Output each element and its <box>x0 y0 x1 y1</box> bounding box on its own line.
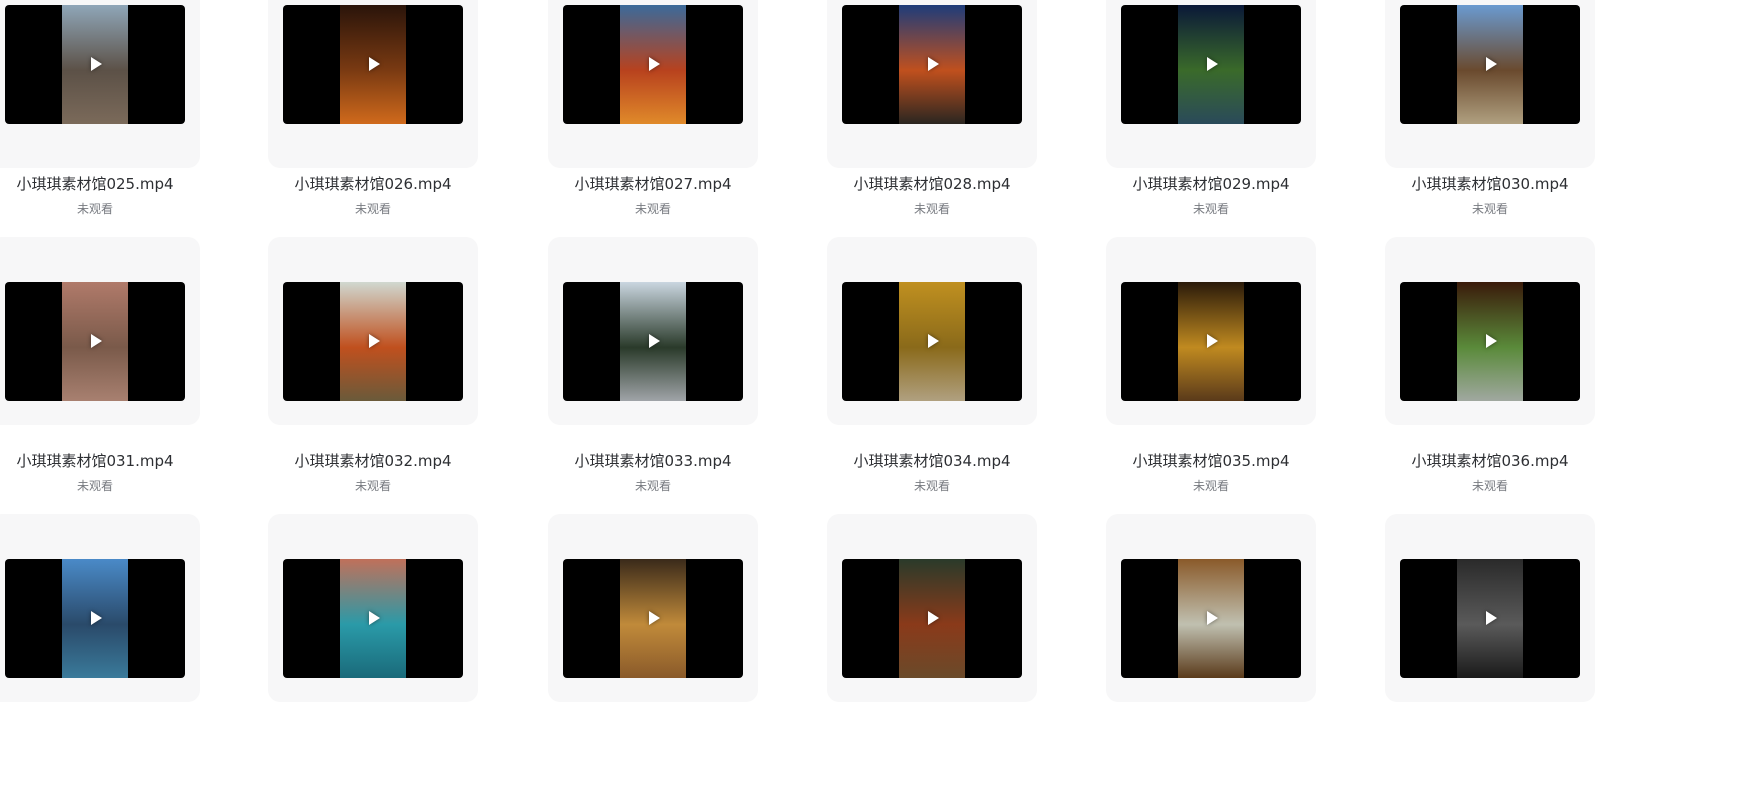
video-file-tile[interactable]: 小琪琪素材馆029.mp4 未观看 <box>1106 0 1316 240</box>
play-icon[interactable] <box>369 57 380 71</box>
video-file-tile[interactable]: 小琪琪素材馆030.mp4 未观看 <box>1385 0 1595 240</box>
watch-status: 未观看 <box>1192 479 1229 493</box>
file-name[interactable]: 小琪琪素材馆035.mp4 <box>1086 450 1336 471</box>
play-icon[interactable] <box>1486 611 1497 625</box>
video-thumbnail[interactable] <box>1400 559 1580 678</box>
video-file-tile[interactable]: 小琪琪素材馆027.mp4 未观看 <box>548 0 758 240</box>
file-name[interactable]: 小琪琪素材馆027.mp4 <box>528 173 778 194</box>
watch-status: 未观看 <box>354 202 391 216</box>
play-icon[interactable] <box>1207 334 1218 348</box>
video-file-tile[interactable]: 小琪琪素材馆035.mp4 未观看 <box>1106 237 1316 517</box>
video-thumbnail[interactable] <box>842 282 1022 401</box>
file-grid: 小琪琪素材馆025.mp4 未观看 小琪琪素材馆026.mp4 未观看 小琪琪素材馆02… <box>0 0 1755 739</box>
file-name[interactable]: 小琪琪素材馆033.mp4 <box>528 450 778 471</box>
video-thumbnail[interactable] <box>842 5 1022 124</box>
video-file-tile[interactable]: 小琪琪素材馆036.mp4 未观看 <box>1385 237 1595 517</box>
watch-status: 未观看 <box>1192 202 1229 216</box>
video-thumbnail[interactable] <box>1400 282 1580 401</box>
play-icon[interactable] <box>928 611 939 625</box>
video-thumbnail[interactable] <box>1121 5 1301 124</box>
watch-status: 未观看 <box>76 202 113 216</box>
video-file-tile[interactable]: 小琪琪素材馆033.mp4 未观看 <box>548 237 758 517</box>
file-name[interactable]: 小琪琪素材馆034.mp4 <box>807 450 1057 471</box>
file-name[interactable]: 小琪琪素材馆029.mp4 <box>1086 173 1336 194</box>
video-file-tile[interactable] <box>268 514 478 794</box>
play-icon[interactable] <box>91 611 102 625</box>
play-icon[interactable] <box>1486 57 1497 71</box>
video-file-tile[interactable]: 小琪琪素材馆028.mp4 未观看 <box>827 0 1037 240</box>
video-thumbnail[interactable] <box>5 5 185 124</box>
file-name[interactable]: 小琪琪素材馆032.mp4 <box>248 450 498 471</box>
video-file-tile[interactable]: 小琪琪素材馆026.mp4 未观看 <box>268 0 478 240</box>
watch-status: 未观看 <box>354 479 391 493</box>
video-file-tile[interactable] <box>0 514 200 794</box>
file-name[interactable]: 小琪琪素材馆026.mp4 <box>248 173 498 194</box>
watch-status: 未观看 <box>76 479 113 493</box>
video-thumbnail[interactable] <box>1400 5 1580 124</box>
play-icon[interactable] <box>1486 334 1497 348</box>
video-file-tile[interactable] <box>548 514 758 794</box>
file-name[interactable]: 小琪琪素材馆028.mp4 <box>807 173 1057 194</box>
play-icon[interactable] <box>1207 611 1218 625</box>
play-icon[interactable] <box>649 611 660 625</box>
watch-status: 未观看 <box>634 202 671 216</box>
watch-status: 未观看 <box>1471 479 1508 493</box>
play-icon[interactable] <box>369 334 380 348</box>
play-icon[interactable] <box>649 57 660 71</box>
file-name[interactable]: 小琪琪素材馆031.mp4 <box>0 450 220 471</box>
video-file-tile[interactable]: 小琪琪素材馆034.mp4 未观看 <box>827 237 1037 517</box>
play-icon[interactable] <box>928 57 939 71</box>
video-file-tile[interactable]: 小琪琪素材馆025.mp4 未观看 <box>0 0 200 240</box>
video-thumbnail[interactable] <box>1121 282 1301 401</box>
play-icon[interactable] <box>369 611 380 625</box>
watch-status: 未观看 <box>913 202 950 216</box>
video-file-tile[interactable]: 小琪琪素材馆032.mp4 未观看 <box>268 237 478 517</box>
video-file-tile[interactable] <box>1106 514 1316 794</box>
watch-status: 未观看 <box>913 479 950 493</box>
video-thumbnail[interactable] <box>283 559 463 678</box>
video-file-tile[interactable]: 小琪琪素材馆031.mp4 未观看 <box>0 237 200 517</box>
video-thumbnail[interactable] <box>563 559 743 678</box>
play-icon[interactable] <box>928 334 939 348</box>
video-thumbnail[interactable] <box>5 282 185 401</box>
file-name[interactable]: 小琪琪素材馆036.mp4 <box>1365 450 1615 471</box>
video-file-tile[interactable] <box>1385 514 1595 794</box>
video-thumbnail[interactable] <box>1121 559 1301 678</box>
play-icon[interactable] <box>91 57 102 71</box>
video-thumbnail[interactable] <box>5 559 185 678</box>
video-thumbnail[interactable] <box>283 282 463 401</box>
file-name[interactable]: 小琪琪素材馆030.mp4 <box>1365 173 1615 194</box>
video-thumbnail[interactable] <box>563 282 743 401</box>
play-icon[interactable] <box>91 334 102 348</box>
watch-status: 未观看 <box>1471 202 1508 216</box>
watch-status: 未观看 <box>634 479 671 493</box>
play-icon[interactable] <box>1207 57 1218 71</box>
video-thumbnail[interactable] <box>842 559 1022 678</box>
video-file-tile[interactable] <box>827 514 1037 794</box>
video-thumbnail[interactable] <box>563 5 743 124</box>
file-name[interactable]: 小琪琪素材馆025.mp4 <box>0 173 220 194</box>
video-thumbnail[interactable] <box>283 5 463 124</box>
play-icon[interactable] <box>649 334 660 348</box>
